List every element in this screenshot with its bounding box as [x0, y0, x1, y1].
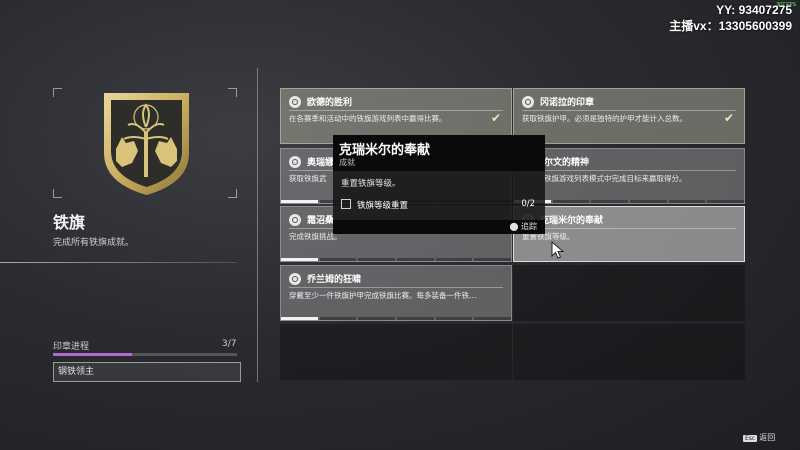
triumph-title: 乔兰姆的狂啸 — [307, 275, 362, 285]
triumph-icon — [522, 96, 534, 108]
triumph-title: 尔文的精神 — [544, 158, 590, 168]
triumph-progress-segments — [281, 317, 512, 320]
seal-description: 完成所有铁旗成就。 — [53, 238, 135, 248]
empty-slot — [280, 324, 512, 380]
back-button[interactable]: Esc 返回 — [743, 432, 775, 443]
triumph-card-7[interactable]: 乔兰姆的狂啸 穿戴至少一件铁旗护甲完成铁旗比赛。每多装备一件铁… — [280, 265, 512, 321]
triumph-progress-segments — [281, 258, 512, 261]
seal-progress-bar — [53, 353, 237, 356]
empty-slot — [513, 265, 745, 321]
checkmark-icon: ✔ — [723, 111, 734, 125]
triumph-title: 欧德的胜利 — [307, 98, 353, 108]
empty-slot — [513, 324, 745, 380]
seal-progress-label: 印章进程 — [53, 342, 90, 352]
left-divider — [0, 262, 237, 263]
checkmark-icon: ✔ — [490, 111, 501, 125]
seal-progress-count: 3/7 — [222, 339, 237, 349]
objective-label: 铁旗等级重置 — [357, 201, 409, 211]
triumph-icon — [289, 214, 301, 226]
esc-key-icon: Esc — [743, 435, 758, 442]
tooltip-body: 重置铁旗等级。 铁旗等级重置 0/2 — [333, 171, 545, 220]
tooltip-description: 重置铁旗等级。 — [341, 179, 401, 189]
triumph-title: 霜沼桑 — [307, 216, 335, 226]
tooltip-header: 克瑞米尔的奉献 成就 — [333, 135, 545, 171]
vertical-divider — [257, 68, 258, 382]
track-hint: ⬤ 追踪 — [509, 222, 538, 231]
iron-banner-emblem-icon — [104, 93, 189, 195]
triumph-description: 铁旗游戏列表模式中完成目标来赢取得分。 — [544, 174, 687, 183]
triumph-title: 奥瑞娜 — [307, 158, 335, 168]
tooltip-footer: ⬤ 追踪 — [333, 220, 545, 234]
tooltip-title: 克瑞米尔的奉献 — [339, 143, 431, 158]
seal-title: 铁旗 — [53, 213, 86, 232]
triumph-description: 穿戴至少一件铁旗护甲完成铁旗比赛。每多装备一件铁… — [289, 291, 477, 300]
triumph-title: 克瑞米尔的奉献 — [540, 216, 604, 226]
triumph-progress-segments — [514, 200, 745, 203]
triumph-card-6[interactable]: 克瑞米尔的奉献 重置铁旗等级。 — [513, 206, 745, 262]
triumph-description: 在各赛季和活动中的铁旗游戏列表中赢得比赛。 — [289, 114, 447, 123]
triumph-icon — [289, 156, 301, 168]
tooltip-subtitle: 成就 — [339, 158, 355, 167]
seal-title-box[interactable]: 钢铁领主 — [53, 362, 241, 382]
triumph-icon — [289, 96, 301, 108]
triumph-description: 获取铁旗护甲。必须是独特的护甲才能计入总数。 — [522, 114, 687, 123]
triumph-card-4[interactable]: 尔文的精神 铁旗游戏列表模式中完成目标来赢取得分。 — [513, 148, 745, 204]
triumph-icon — [289, 273, 301, 285]
tooltip-objective: 铁旗等级重置 0/2 — [341, 197, 537, 212]
triumph-card-2[interactable]: 冈诺拉的印章 获取铁旗护甲。必须是独特的护甲才能计入总数。 ✔ — [513, 88, 745, 144]
streamer-contact-overlay: 主播vx：13305600399 — [669, 19, 792, 33]
triumph-title: 冈诺拉的印章 — [540, 98, 595, 108]
fps-counter: 307 FPS — [776, 2, 796, 8]
mouse-cursor-icon — [551, 241, 565, 259]
track-label: 追踪 — [521, 222, 537, 231]
objective-checkbox — [341, 199, 351, 209]
seal-progress-fill — [53, 353, 133, 356]
objective-count: 0/2 — [521, 199, 535, 209]
back-label: 返回 — [759, 433, 776, 442]
